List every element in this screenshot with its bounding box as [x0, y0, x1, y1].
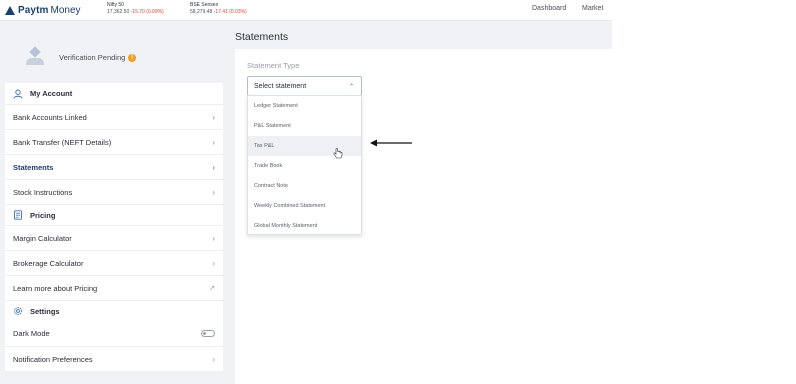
app-window: Paytm Money Nifty 50 17,362.50 -15.70 (0…	[0, 0, 612, 384]
sidebar-item-label: Bank Transfer (NEFT Details)	[13, 137, 112, 147]
ticker-value: 17,362.50	[107, 8, 130, 15]
sidebar: Verification Pending ! My Account Bank A…	[5, 27, 223, 384]
ticker-value: 58,279.48	[190, 8, 213, 15]
page: Paytm Money Nifty 50 17,362.50 -15.70 (0…	[0, 0, 796, 384]
sidebar-item-brokerage-calculator[interactable]: Brokerage Calculator ›	[5, 250, 223, 275]
warning-icon: !	[128, 53, 137, 62]
sidebar-item-stock-instructions[interactable]: Stock Instructions ›	[5, 179, 223, 204]
logo-brand: Paytm	[18, 4, 49, 16]
profile-card: Verification Pending !	[5, 27, 223, 77]
sidebar-item-dark-mode[interactable]: Dark Mode	[5, 321, 223, 346]
statement-type-select[interactable]: Select statement ⌃	[247, 76, 362, 96]
sidebar-item-label: Notification Preferences	[13, 354, 93, 364]
calculator-icon	[13, 210, 23, 220]
logo-icon	[5, 5, 15, 15]
ticker-nifty[interactable]: Nifty 50 17,362.50 -15.70 (0.09%)	[107, 2, 164, 15]
sidebar-item-learn-pricing[interactable]: Learn more about Pricing ↗	[5, 275, 223, 300]
toggle-knob	[203, 332, 206, 335]
user-icon	[13, 89, 23, 99]
verification-status[interactable]: Verification Pending !	[59, 53, 137, 62]
logo-product: Money	[50, 4, 81, 16]
sidebar-item-statements[interactable]: Statements ›	[5, 154, 223, 179]
avatar	[24, 45, 46, 67]
sidebar-item-label: Brokerage Calculator	[13, 258, 84, 268]
section-pricing: Pricing	[5, 204, 223, 225]
page-title: Statements	[235, 31, 289, 43]
chevron-right-icon: ›	[212, 162, 215, 172]
sidebar-item-label: Dark Mode	[13, 329, 50, 338]
external-link-icon: ↗	[209, 285, 215, 292]
sidebar-item-label: Learn more about Pricing	[13, 283, 98, 293]
option-global-monthly-statement[interactable]: Global Monthly Statement	[248, 216, 361, 236]
ticker-sensex[interactable]: BSE Sensex 58,279.48 -17.41 (0.03%)	[190, 2, 247, 15]
chevron-right-icon: ›	[212, 112, 215, 122]
top-bar: Paytm Money Nifty 50 17,362.50 -15.70 (0…	[0, 0, 612, 21]
sidebar-item-label: Statements	[13, 162, 54, 172]
option-weekly-combined-statement[interactable]: Weekly Combined Statement	[248, 196, 361, 216]
sidebar-item-bank-transfer[interactable]: Bank Transfer (NEFT Details) ›	[5, 129, 223, 154]
chevron-right-icon: ›	[212, 233, 215, 243]
select-placeholder: Select statement	[254, 82, 307, 90]
section-my-account: My Account	[5, 83, 223, 104]
section-heading: My Account	[30, 89, 73, 98]
option-pl-statement[interactable]: P&L Statement	[248, 116, 361, 136]
sidebar-item-margin-calculator[interactable]: Margin Calculator ›	[5, 225, 223, 250]
avatar-head	[29, 46, 41, 58]
option-tax-pl[interactable]: Tax P&L	[248, 136, 361, 156]
dark-mode-toggle[interactable]	[201, 330, 215, 337]
chevron-up-icon: ⌃	[348, 83, 354, 90]
statement-type-label: Statement Type	[247, 61, 300, 70]
section-heading: Settings	[30, 306, 60, 316]
paytm-money-logo[interactable]: Paytm Money	[5, 3, 81, 17]
account-menu: My Account Bank Accounts Linked › Bank T…	[5, 83, 223, 371]
gear-icon	[13, 306, 23, 316]
hand-cursor-icon	[333, 148, 343, 159]
ticker-change: -15.70 (0.09%)	[130, 8, 164, 15]
option-ledger-statement[interactable]: Ledger Statement	[248, 96, 361, 116]
sidebar-item-label: Bank Accounts Linked	[13, 112, 87, 122]
section-settings: Settings	[5, 300, 223, 321]
option-trade-book[interactable]: Trade Book	[248, 156, 361, 176]
sidebar-item-label: Stock Instructions	[13, 187, 73, 197]
ticker-change: -17.41 (0.03%)	[213, 8, 247, 15]
chevron-right-icon: ›	[212, 258, 215, 268]
sidebar-item-notification-preferences[interactable]: Notification Preferences ›	[5, 346, 223, 371]
option-contract-note[interactable]: Contract Note	[248, 176, 361, 196]
sidebar-item-label: Margin Calculator	[13, 233, 72, 243]
nav-dashboard[interactable]: Dashboard	[532, 5, 566, 12]
section-heading: Pricing	[30, 210, 56, 220]
chevron-right-icon: ›	[212, 354, 215, 364]
statement-type-dropdown: Ledger Statement P&L Statement Tax P&L T…	[247, 95, 362, 235]
nav-market[interactable]: Market	[582, 5, 603, 12]
arrow-left-icon	[370, 139, 412, 147]
sidebar-item-bank-accounts[interactable]: Bank Accounts Linked ›	[5, 104, 223, 129]
chevron-right-icon: ›	[212, 187, 215, 197]
statements-card: Statement Type Select statement ⌃ Ledger…	[235, 49, 612, 384]
avatar-body	[26, 58, 44, 65]
chevron-right-icon: ›	[212, 137, 215, 147]
verification-status-text: Verification Pending	[59, 53, 126, 62]
